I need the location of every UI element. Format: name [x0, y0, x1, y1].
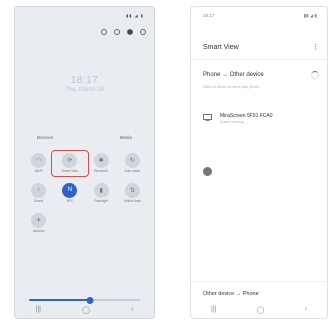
section-title: Phone → Other device — [203, 72, 264, 78]
smart-view-screen: 18:17 ▮▮ ◢ ▮ Smart View ⋮ Phone → Other … — [190, 6, 328, 319]
airplane-icon[interactable]: ✈ — [31, 212, 47, 228]
clock-date: Thu, March 19 — [65, 87, 104, 93]
quick-panel-screen: ▮▮ ◢ ▮ 18:17 Thu, March 19 Devices Media… — [14, 6, 155, 319]
status-bar: ▮▮ ◢ ▮ — [126, 13, 144, 18]
quick-tile-label: Mobile data — [124, 198, 141, 203]
rotate-icon[interactable]: ↻ — [124, 153, 140, 168]
clock-time: 18:17 — [70, 75, 99, 86]
nfc-icon[interactable]: N — [62, 182, 78, 198]
quick-settings-grid: ◠ Wi-Fi ⟳ Smart View ✱ Bluetooth ↻ Auto rotate ♪… — [23, 150, 148, 234]
device-to-phone-option[interactable]: Other device → Phone — [203, 291, 259, 297]
quick-tile-mobile-data[interactable]: ⇅ Mobile data — [117, 182, 148, 204]
divider — [191, 281, 327, 282]
more-icon[interactable] — [140, 29, 146, 35]
device-text: MiraScreen 5F91 FCA0 Screen mirroring — [220, 113, 273, 124]
brightness-knob[interactable] — [86, 296, 94, 304]
quick-tile-bluetooth[interactable]: ✱ Bluetooth — [86, 153, 117, 174]
divider — [191, 59, 327, 60]
smart-view-icon[interactable]: ⟳ — [62, 153, 78, 168]
sound-icon[interactable]: ♪ — [31, 182, 47, 198]
status-time: 18:17 — [203, 13, 215, 18]
quick-tile-label: Flashlight — [94, 198, 108, 203]
quick-panel-top-icons — [101, 29, 146, 35]
home-button[interactable]: ◯ — [82, 306, 90, 314]
device-list-item[interactable]: MiraScreen 5F91 FCA0 Screen mirroring — [203, 113, 319, 124]
home-button[interactable]: ◯ — [257, 306, 265, 314]
quick-tile-airplane[interactable]: ✈ Airplane — [23, 212, 54, 234]
power-icon[interactable] — [114, 29, 120, 35]
loading-spinner-icon — [311, 71, 319, 79]
quick-tile-label: NFC — [66, 198, 74, 203]
recents-button[interactable]: ||| — [36, 306, 41, 314]
more-options-icon[interactable]: ⋮ — [312, 43, 319, 51]
phone-to-device-section: Phone → Other device — [203, 71, 319, 79]
quick-tile-label: Wi-Fi — [34, 169, 43, 173]
status-icons: ▮▮ ◢ ▮ — [303, 13, 317, 18]
settings-icon[interactable] — [127, 29, 133, 35]
media-button[interactable]: Media — [120, 135, 132, 140]
smart-view-header: Smart View ⋮ — [203, 43, 319, 52]
quick-tile-smart-view[interactable]: ⟳ Smart View — [51, 150, 89, 177]
back-button[interactable]: ‹ — [305, 306, 307, 314]
brightness-slider[interactable] — [29, 296, 140, 304]
flashlight-icon[interactable]: ▮ — [93, 182, 109, 198]
mobile-data-icon[interactable]: ⇅ — [124, 182, 140, 198]
device-subtitle: Screen mirroring — [220, 120, 244, 124]
quick-tile-flashlight[interactable]: ▮ Flashlight — [86, 182, 117, 204]
quick-tile-label: Smart View — [61, 169, 78, 173]
quick-tile-label: Auto rotate — [124, 169, 141, 173]
devices-button[interactable]: Devices — [37, 135, 53, 140]
quick-tile-sound[interactable]: ♪ Sound — [23, 182, 54, 204]
section-description: Select a device to mirror your phone. — [203, 85, 261, 89]
back-button[interactable]: ‹ — [131, 306, 133, 314]
quick-tile-nfc[interactable]: N NFC — [54, 182, 85, 204]
wifi-icon[interactable]: ◠ — [31, 153, 47, 168]
bluetooth-icon[interactable]: ✱ — [93, 153, 109, 168]
touch-pointer-icon — [203, 167, 212, 176]
quick-tile-label: Bluetooth — [94, 169, 108, 173]
quick-tile-label: Airplane — [32, 228, 45, 233]
search-icon[interactable] — [101, 29, 107, 35]
navigation-bar: ||| ◯ ‹ — [191, 306, 327, 314]
quick-tile-rotate[interactable]: ↻ Auto rotate — [117, 153, 148, 174]
quick-tile-label: Sound — [34, 198, 44, 203]
device-name: MiraScreen 5F91 FCA0 — [220, 113, 273, 119]
recents-button[interactable]: ||| — [211, 306, 216, 314]
page-title: Smart View — [203, 43, 239, 51]
quick-tile-wifi[interactable]: ◠ Wi-Fi — [23, 153, 54, 174]
brightness-fill — [29, 299, 91, 301]
screen-device-icon — [203, 114, 212, 121]
devices-media-row: Devices Media — [37, 135, 132, 140]
navigation-bar: ||| ◯ ‹ — [15, 306, 154, 314]
status-bar: 18:17 ▮▮ ◢ ▮ — [203, 13, 317, 19]
